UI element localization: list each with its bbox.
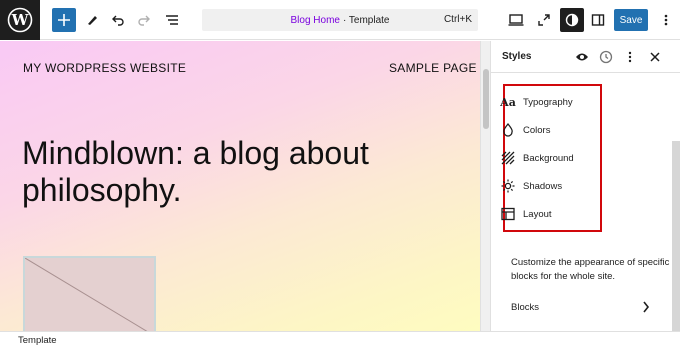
blocks-nav-item[interactable]: Blocks xyxy=(511,299,651,315)
nav-link-sample-page[interactable]: SAMPLE PAGE xyxy=(389,61,477,75)
menu-item-label: Background xyxy=(523,152,574,164)
breadcrumb-template[interactable]: Template xyxy=(18,335,57,346)
canvas-scrollbar-thumb[interactable] xyxy=(483,69,489,129)
document-type: · Template xyxy=(342,14,390,26)
blocks-description: Customize the appearance of specific blo… xyxy=(511,257,670,282)
view-site-button[interactable] xyxy=(532,8,556,32)
menu-item-label: Layout xyxy=(523,208,552,220)
preview-device-button[interactable] xyxy=(504,8,528,32)
tools-button[interactable] xyxy=(80,8,104,32)
kebab-menu-icon xyxy=(628,51,632,63)
typography-icon: Aa xyxy=(500,95,516,109)
keyboard-shortcut: Ctrl+K xyxy=(443,14,472,25)
background-icon xyxy=(501,151,515,165)
add-block-button[interactable] xyxy=(52,8,76,32)
page-headline[interactable]: Mindblown: a blog about philosophy. xyxy=(22,135,422,209)
sidebar-header: Styles xyxy=(491,41,680,73)
styles-menu-colors[interactable]: Colors xyxy=(501,120,591,140)
eye-icon xyxy=(576,53,588,61)
command-palette-bar[interactable]: Blog Home · Template Ctrl+K xyxy=(202,9,478,31)
styles-sidebar: Styles Aa Typography Colors Background S… xyxy=(490,41,680,331)
external-link-icon xyxy=(538,14,550,26)
droplet-icon xyxy=(501,123,515,137)
styles-menu-typography[interactable]: Aa Typography xyxy=(500,92,591,112)
styles-menu-layout[interactable]: Layout xyxy=(501,204,591,224)
editor-toolbar: W Blog Home · Template Ctrl+K Save xyxy=(0,0,680,40)
layout-icon xyxy=(501,207,515,221)
settings-sidebar-button[interactable] xyxy=(586,8,610,32)
sidebar-options-button[interactable] xyxy=(622,49,638,65)
menu-item-label: Typography xyxy=(523,96,573,108)
pen-icon xyxy=(88,16,97,25)
placeholder-diagonal-icon xyxy=(25,258,148,331)
editor-canvas[interactable]: MY WORDPRESS WEBSITE SAMPLE PAGE Mindblo… xyxy=(0,41,480,331)
desktop-icon xyxy=(508,14,524,26)
chevron-right-icon[interactable] xyxy=(639,299,653,315)
close-icon xyxy=(650,52,660,62)
wordpress-logo-icon[interactable]: W xyxy=(0,0,40,40)
save-button[interactable]: Save xyxy=(614,9,648,31)
menu-item-label: Colors xyxy=(523,124,551,136)
site-title[interactable]: MY WORDPRESS WEBSITE xyxy=(23,61,186,75)
close-sidebar-button[interactable] xyxy=(647,49,663,65)
undo-button[interactable] xyxy=(106,8,130,32)
styles-menu-shadows[interactable]: Shadows xyxy=(501,176,591,196)
contrast-icon xyxy=(565,13,579,27)
breadcrumb-footer: Template xyxy=(0,331,680,347)
sidebar-icon xyxy=(591,14,605,26)
document-title: Blog Home xyxy=(290,14,340,26)
undo-icon xyxy=(112,15,124,26)
svg-text:W: W xyxy=(11,11,30,29)
style-book-button[interactable] xyxy=(574,49,590,65)
kebab-menu-icon xyxy=(664,14,668,26)
revisions-button[interactable] xyxy=(598,49,614,65)
menu-item-label: Shadows xyxy=(523,180,563,192)
plus-icon xyxy=(58,14,70,26)
sun-icon xyxy=(501,179,515,193)
styles-toggle-button[interactable] xyxy=(560,8,584,32)
options-menu-button[interactable] xyxy=(654,8,678,32)
list-view-button[interactable] xyxy=(160,8,184,32)
history-icon xyxy=(599,50,613,64)
blocks-label: Blocks xyxy=(511,301,539,313)
redo-icon xyxy=(138,15,150,26)
list-view-icon xyxy=(166,15,178,25)
sidebar-title: Styles xyxy=(502,51,532,62)
sidebar-scrollbar[interactable] xyxy=(672,141,680,331)
styles-menu-background[interactable]: Background xyxy=(501,148,591,168)
image-placeholder[interactable] xyxy=(23,256,156,331)
redo-button[interactable] xyxy=(132,8,156,32)
canvas-scrollbar[interactable] xyxy=(480,41,490,331)
